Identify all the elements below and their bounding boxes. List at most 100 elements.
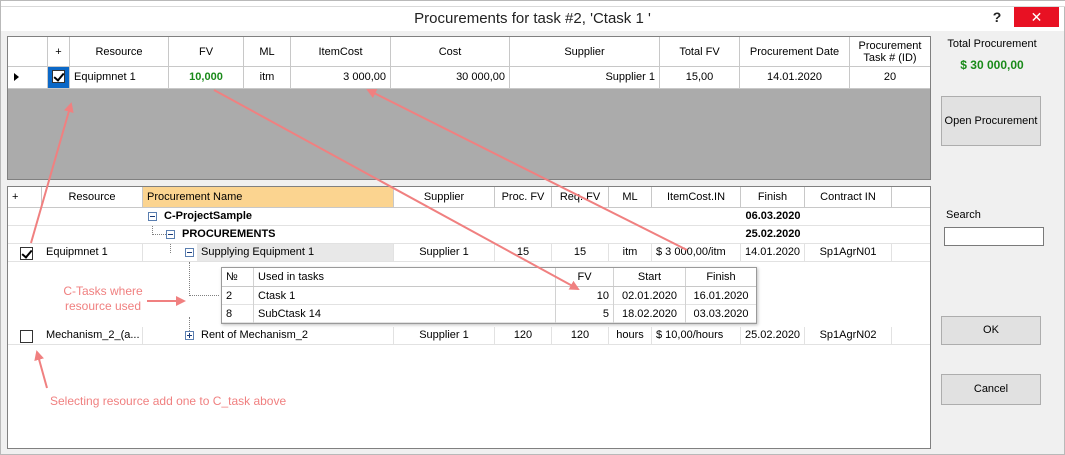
col-ml[interactable]: ML [609,187,652,207]
table-row[interactable]: Equipmnet 1 Supplying Equipment 1 Suppli… [8,244,930,262]
col-procurement-task[interactable]: Procurement Task # (ID) [850,37,930,66]
col-plus[interactable]: + [48,37,70,66]
col-resource[interactable]: Resource [42,187,143,207]
col-used-in-tasks[interactable]: Used in tasks [254,268,556,286]
tree-node-label[interactable]: PROCUREMENTS [178,226,394,243]
col-contract-in[interactable]: Contract IN [805,187,892,207]
col-total-fv[interactable]: Total FV [660,37,740,66]
table-row[interactable]: Mechanism_2_(a... Rent of Mechanism_2 Su… [8,327,930,345]
table-row[interactable]: 8 SubCtask 14 5 18.02.2020 03.03.2020 [222,305,756,323]
selecting-annotation: Selecting resource add one to C_task abo… [50,394,287,408]
cell-ml[interactable]: itm [609,244,652,261]
cell-proc-fv[interactable]: 120 [495,327,552,344]
table-row[interactable]: Equipmnet 1 10,000 itm 3 000,00 30 000,0… [8,67,930,89]
col-item-cost[interactable]: ItemCost [291,37,391,66]
cell-no[interactable]: 2 [222,287,254,305]
collapse-icon[interactable] [148,212,157,221]
col-procurement-name[interactable]: Procurement Name [143,187,394,207]
cell-ml[interactable]: hours [609,327,652,344]
cell-finish[interactable]: 25.02.2020 [741,327,805,344]
cell-fv[interactable]: 10 [556,287,614,305]
col-supplier[interactable]: Supplier [510,37,660,66]
cell-item-cost-in[interactable]: $ 3 000,00/itm [652,244,741,261]
cell-procurement-name[interactable]: Supplying Equipment 1 [197,244,394,261]
col-proc-fv[interactable]: Proc. FV [495,187,552,207]
procurement-grid-header: + Resource FV ML ItemCost Cost Supplier … [8,37,930,67]
collapse-icon[interactable] [166,230,175,239]
col-no[interactable]: № [222,268,254,286]
col-finish[interactable]: Finish [741,187,805,207]
tree-connector [189,262,190,296]
cell-resource[interactable]: Mechanism_2_(a... [42,327,143,344]
cell-start[interactable]: 18.02.2020 [614,305,686,323]
col-req-fv[interactable]: Req. FV [552,187,609,207]
col-start[interactable]: Start [614,268,686,286]
cancel-button[interactable]: Cancel [941,374,1041,405]
cell-finish[interactable]: 14.01.2020 [741,244,805,261]
close-button[interactable]: ✕ [1014,7,1059,27]
cell-proc-fv[interactable]: 15 [495,244,552,261]
cell-fv[interactable]: 10,000 [169,67,244,88]
resource-checkbox[interactable] [20,330,33,343]
cell-task[interactable]: Ctask 1 [254,287,556,305]
cell-cost[interactable]: 30 000,00 [391,67,510,88]
cell-supplier[interactable]: Supplier 1 [510,67,660,88]
collapse-icon[interactable] [185,248,194,257]
total-procurement-value: $ 30 000,00 [960,58,1024,72]
cell-task[interactable]: SubCtask 14 [254,305,556,323]
cell-supplier[interactable]: Supplier 1 [394,244,495,261]
cell-ml[interactable]: itm [244,67,291,88]
expand-icon[interactable] [185,331,194,340]
col-plus[interactable]: + [8,187,42,207]
col-resource[interactable]: Resource [70,37,169,66]
col-fv[interactable]: FV [556,268,614,286]
cell-req-fv[interactable]: 120 [552,327,609,344]
help-button[interactable]: ? [985,7,1009,27]
open-procurement-button[interactable]: Open Procurement [941,96,1041,146]
cell-finish: 25.02.2020 [745,228,801,240]
cell-no[interactable]: 8 [222,305,254,323]
cell-contract-in[interactable]: Sp1AgrN02 [805,327,892,344]
cell-finish[interactable]: 16.01.2020 [686,287,756,305]
col-ml[interactable]: ML [244,37,291,66]
col-fv[interactable]: FV [169,37,244,66]
resource-tree-header: + Resource Procurement Name Supplier Pro… [8,187,930,208]
used-in-tasks-table: № Used in tasks FV Start Finish 2 Ctask … [221,267,757,324]
col-item-cost-in[interactable]: ItemCost.IN [652,187,741,207]
ok-button[interactable]: OK [941,316,1041,345]
row-pointer-icon [14,73,19,81]
cell-item-cost[interactable]: 3 000,00 [291,67,391,88]
tree-node-label[interactable]: C-ProjectSample [160,208,394,225]
cell-contract-in[interactable]: Sp1AgrN01 [805,244,892,261]
cell-procurement-name[interactable]: Rent of Mechanism_2 [197,327,394,344]
tree-row-procurements[interactable]: PROCUREMENTS 25.02.2020 [8,226,930,244]
row-indicator [8,67,48,88]
cell-resource[interactable]: Equipmnet 1 [70,67,169,88]
cell-finish[interactable]: 03.03.2020 [686,305,756,323]
col-finish[interactable]: Finish [686,268,756,286]
cell-supplier[interactable]: Supplier 1 [394,327,495,344]
cell-fv[interactable]: 5 [556,305,614,323]
row-indicator-header [8,37,48,66]
cell-start[interactable]: 02.01.2020 [614,287,686,305]
search-label: Search [946,209,981,221]
tree-connector [170,244,171,253]
row-checkbox[interactable] [52,70,65,83]
tree-row-project[interactable]: C-ProjectSample 06.03.2020 [8,208,930,226]
cell-total-fv[interactable]: 15,00 [660,67,740,88]
cell-item-cost-in[interactable]: $ 10,00/hours [652,327,741,344]
cell-resource[interactable]: Equipmnet 1 [42,244,143,261]
cell-finish: 06.03.2020 [745,210,801,222]
cell-procurement-task[interactable]: 20 [850,67,930,88]
cell-procurement-date[interactable]: 14.01.2020 [740,67,850,88]
selected-checkbox-cell[interactable] [48,67,70,88]
ctasks-annotation: C-Tasks where resource used [63,284,143,313]
cell-req-fv[interactable]: 15 [552,244,609,261]
col-cost[interactable]: Cost [391,37,510,66]
col-procurement-date[interactable]: Procurement Date [740,37,850,66]
col-supplier[interactable]: Supplier [394,187,495,207]
search-input[interactable] [944,227,1044,246]
title-bar: Procurements for task #2, 'Ctask 1 ' ? ✕ [1,7,1064,31]
table-row[interactable]: 2 Ctask 1 10 02.01.2020 16.01.2020 [222,287,756,305]
resource-checkbox[interactable] [20,247,33,260]
